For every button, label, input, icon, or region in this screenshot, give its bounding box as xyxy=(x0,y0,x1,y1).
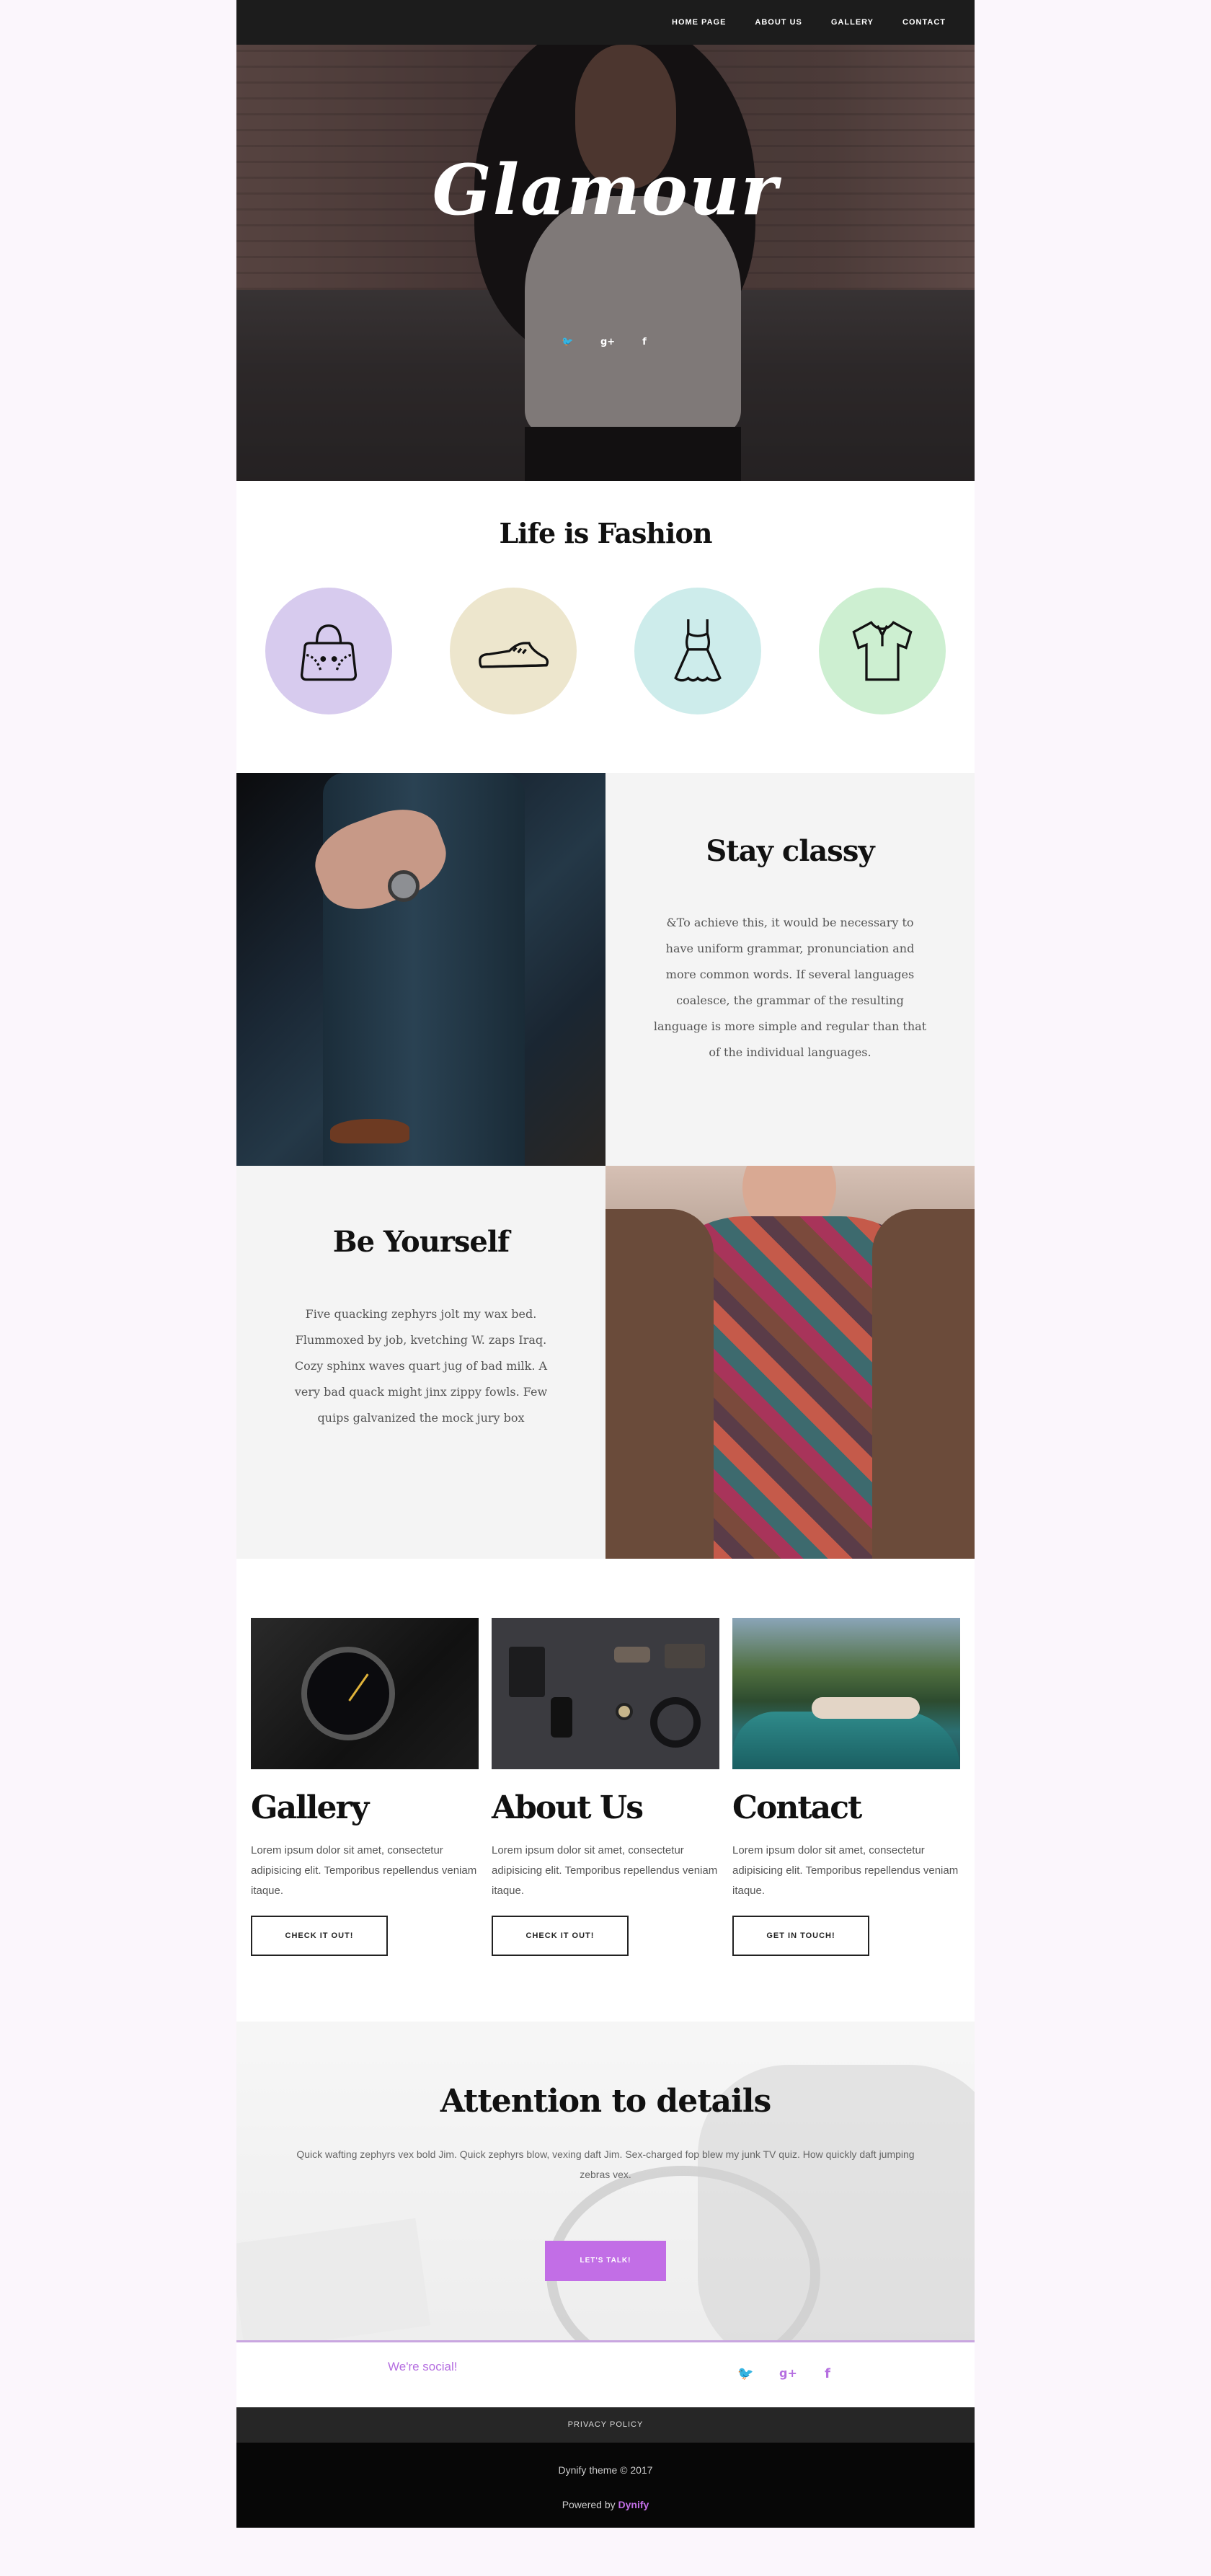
hero-overlay xyxy=(236,45,975,481)
stay-classy-section: Stay classy &To achieve this, it would b… xyxy=(236,773,975,1166)
handbag-icon xyxy=(300,624,358,681)
shoe-icon xyxy=(479,642,549,668)
social-bar: We're social! 🐦 g+ f xyxy=(236,2340,975,2407)
twitter-icon[interactable]: 🐦 xyxy=(737,2366,753,2381)
footer: Dynify theme © 2017 Powered by Dynify xyxy=(236,2443,975,2528)
powered-prefix: Powered by xyxy=(562,2499,616,2510)
twitter-icon[interactable]: 🐦 xyxy=(562,337,573,348)
dress-icon xyxy=(674,619,722,682)
top-nav: HOME PAGE ABOUT US GALLERY CONTACT xyxy=(236,0,975,45)
coat-left xyxy=(606,1209,714,1559)
notebook xyxy=(665,1644,705,1668)
nav-links: HOME PAGE ABOUT US GALLERY CONTACT xyxy=(672,0,946,45)
wallet xyxy=(509,1647,545,1697)
shirt-icon xyxy=(852,621,913,681)
about-title: About Us xyxy=(492,1789,644,1826)
gallery-thumb[interactable] xyxy=(251,1618,479,1769)
attention-title: Attention to details xyxy=(440,2083,771,2120)
hero-social-links: 🐦 g+ f xyxy=(236,337,975,348)
hero-title: Glamour xyxy=(432,149,779,231)
nav-gallery[interactable]: GALLERY xyxy=(831,18,874,27)
facebook-icon[interactable]: f xyxy=(821,2366,834,2381)
watch-small xyxy=(616,1703,633,1720)
nav-home-page[interactable]: HOME PAGE xyxy=(672,18,726,27)
social-icons: 🐦 g+ f xyxy=(737,2366,834,2381)
hero-banner: Glamour 🐦 g+ f xyxy=(236,45,975,481)
contact-title: Contact xyxy=(732,1789,862,1826)
contact-card: Contact Lorem ipsum dolor sit amet, cons… xyxy=(732,1618,960,1956)
fashion-icon-row xyxy=(265,588,946,714)
stay-classy-text: Stay classy &To achieve this, it would b… xyxy=(606,773,975,1166)
shoe-circle xyxy=(450,588,577,714)
fashion-section: Life is Fashion xyxy=(236,481,975,773)
headphones xyxy=(650,1697,701,1748)
about-button[interactable]: CHECK IT OUT! xyxy=(492,1916,629,1956)
be-yourself-title: Be Yourself xyxy=(332,1225,510,1259)
be-yourself-section: Be Yourself Five quacking zephyrs jolt m… xyxy=(236,1166,975,1559)
poncho-photo xyxy=(606,1166,975,1559)
google-plus-icon[interactable]: g+ xyxy=(779,2366,797,2381)
car xyxy=(732,1712,960,1769)
privacy-policy-link[interactable]: PRIVACY POLICY xyxy=(236,2407,975,2443)
nav-about-us[interactable]: ABOUT US xyxy=(755,18,802,27)
handbag-circle xyxy=(265,588,392,714)
powered-by: Powered by Dynify xyxy=(236,2499,975,2510)
stay-classy-title: Stay classy xyxy=(706,834,874,868)
page: HOME PAGE ABOUT US GALLERY CONTACT Glamo… xyxy=(236,0,975,2528)
copyright: Dynify theme © 2017 xyxy=(558,2464,653,2476)
attention-section: Attention to details Quick wafting zephy… xyxy=(236,2022,975,2340)
bowtie xyxy=(614,1647,650,1663)
social-label: We're social! xyxy=(388,2360,458,2373)
contact-button[interactable]: GET IN TOUCH! xyxy=(732,1916,869,1956)
lets-talk-button[interactable]: LET'S TALK! xyxy=(545,2241,666,2281)
google-plus-icon[interactable]: g+ xyxy=(600,337,615,348)
facebook-icon[interactable]: f xyxy=(639,337,649,348)
dress-circle xyxy=(634,588,761,714)
be-yourself-body: Five quacking zephyrs jolt my wax bed. F… xyxy=(294,1307,548,1425)
gallery-button[interactable]: CHECK IT OUT! xyxy=(251,1916,388,1956)
nav-contact[interactable]: CONTACT xyxy=(902,18,946,27)
gallery-text: Lorem ipsum dolor sit amet, consectetur … xyxy=(251,1844,477,1897)
watch-face xyxy=(301,1647,395,1740)
contact-text: Lorem ipsum dolor sit amet, consectetur … xyxy=(732,1844,959,1897)
about-thumb[interactable] xyxy=(492,1618,719,1769)
watch xyxy=(388,870,420,902)
suit-watch-photo xyxy=(236,773,606,1166)
phone xyxy=(551,1697,572,1738)
feature-cards: Gallery Lorem ipsum dolor sit amet, cons… xyxy=(236,1560,975,2022)
about-text: Lorem ipsum dolor sit amet, consectetur … xyxy=(492,1844,718,1897)
be-yourself-text: Be Yourself Five quacking zephyrs jolt m… xyxy=(236,1166,606,1559)
dynify-link[interactable]: Dynify xyxy=(618,2499,649,2510)
gallery-card: Gallery Lorem ipsum dolor sit amet, cons… xyxy=(251,1618,479,1956)
coat-right xyxy=(872,1209,975,1559)
stay-classy-body: &To achieve this, it would be necessary … xyxy=(653,916,927,1059)
fashion-title: Life is Fashion xyxy=(499,517,713,549)
about-card: About Us Lorem ipsum dolor sit amet, con… xyxy=(492,1618,719,1956)
contact-thumb[interactable] xyxy=(732,1618,960,1769)
shoe xyxy=(330,1119,409,1143)
attention-body: Quick wafting zephyrs vex bold Jim. Quic… xyxy=(296,2148,915,2180)
gallery-title: Gallery xyxy=(251,1789,369,1826)
shirt-circle xyxy=(819,588,946,714)
person-lying xyxy=(812,1697,920,1719)
